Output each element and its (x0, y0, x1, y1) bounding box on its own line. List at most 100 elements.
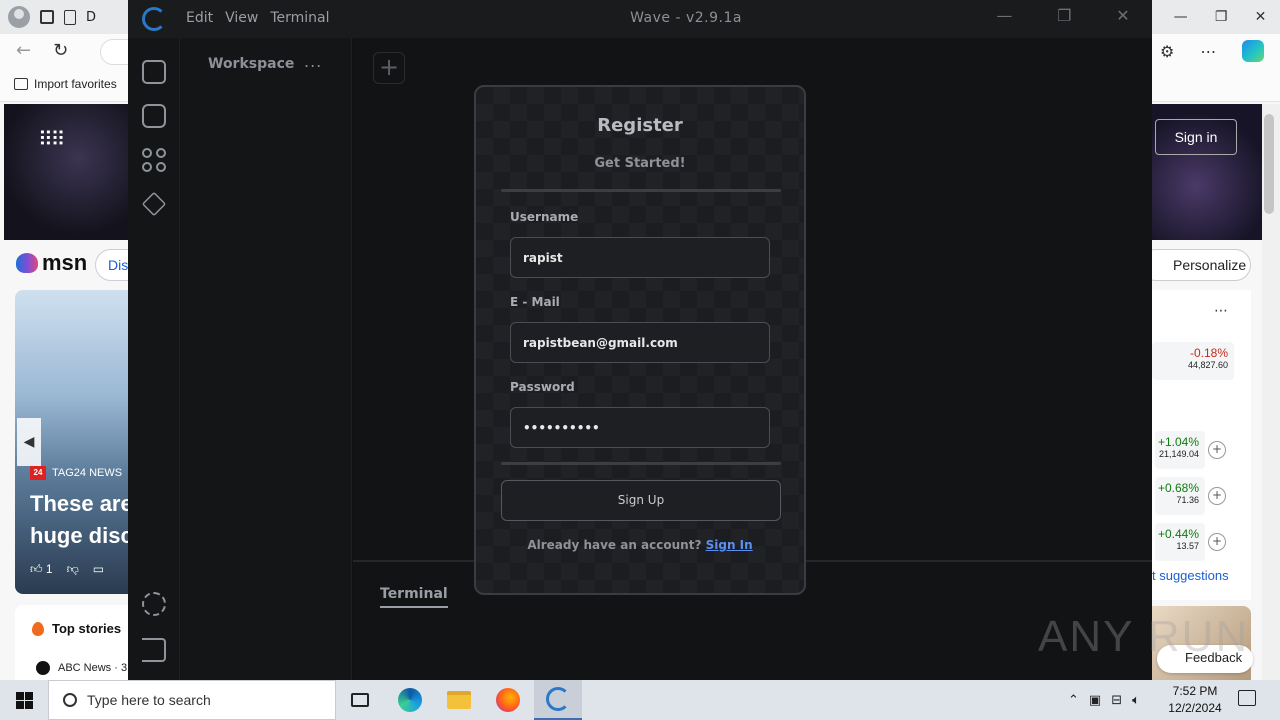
apps-icon[interactable] (142, 148, 166, 172)
wave-titlebar: Edit View Terminal Wave - v2.9.1a — ❐ ✕ (128, 0, 1152, 38)
clock[interactable]: 7:52 PM 12/2/2024 (1162, 683, 1228, 717)
chevron-up-icon[interactable]: ⌃ (1068, 693, 1079, 708)
username-field[interactable] (510, 237, 770, 278)
sign-in-prompt-text: Already have an account? (527, 538, 702, 552)
edge-tab-area: D (8, 4, 128, 30)
firefox-icon (496, 688, 520, 712)
top-stories-header: Top stories (32, 621, 121, 636)
stock-value: 21,149.04 (1158, 449, 1199, 459)
sign-up-button[interactable]: Sign Up (501, 480, 781, 521)
workspace-panel: Workspace ... (180, 38, 352, 680)
close-icon[interactable]: ✕ (1255, 9, 1267, 25)
like-button[interactable]: 👍︎ 1 (30, 562, 53, 577)
divider (501, 189, 781, 192)
device-icon[interactable]: ▣ (1089, 693, 1101, 708)
minimize-icon[interactable]: — (996, 6, 1012, 25)
wave-window-controls: — ❐ ✕ (974, 6, 1152, 25)
news-source-name: TAG24 NEWS (52, 467, 123, 479)
tab-actions-icon[interactable] (40, 10, 54, 24)
workspace-icon[interactable] (142, 60, 166, 84)
tab-terminal[interactable]: Terminal (380, 586, 448, 608)
add-tab-button[interactable]: + (373, 52, 405, 84)
copilot-icon[interactable] (1242, 40, 1265, 62)
folder-icon (447, 691, 471, 709)
logout-icon[interactable] (142, 638, 166, 662)
layers-icon[interactable] (141, 191, 167, 217)
username-label: Username (510, 210, 579, 224)
more-options-icon[interactable]: ⋯ (1200, 42, 1216, 61)
news-actions: 👍︎ 1 👎︎ ▭ (30, 562, 104, 577)
import-favorites-icon (14, 78, 28, 90)
comment-icon[interactable]: ▭ (93, 562, 104, 577)
msn-logo-text: msn (42, 250, 88, 275)
settings-icon[interactable] (142, 592, 166, 616)
clock-time: 7:52 PM (1172, 684, 1218, 698)
like-count: 1 (45, 562, 53, 576)
bot-icon[interactable] (142, 104, 166, 128)
password-label: Password (510, 380, 575, 394)
sign-in-button[interactable]: Sign in (1155, 119, 1237, 155)
add-stock-icon[interactable]: + (1208, 487, 1226, 505)
msn-logo[interactable]: msn (16, 250, 87, 276)
edge-nav-buttons: ← ↻ (16, 40, 68, 61)
personalize-button[interactable]: Personalize (1140, 249, 1251, 281)
stock-row[interactable]: +0.44% 13.57 (1155, 523, 1205, 561)
chevron-left-icon: ◀ (23, 434, 35, 450)
stock-value: 13.57 (1176, 541, 1199, 551)
taskbar: Type here to search ⌃ ▣ ⊟ 🔈︎ 7:52 PM 12/… (0, 680, 1280, 720)
sign-in-link[interactable]: Sign In (706, 538, 753, 552)
file-explorer-button[interactable] (435, 680, 483, 720)
flame-icon (32, 621, 44, 636)
msn-hero-background (4, 104, 128, 240)
abc-news-logo-icon (36, 661, 50, 675)
stock-value: 71.36 (1176, 495, 1199, 505)
password-field[interactable] (510, 407, 770, 448)
wave-taskbar-button[interactable] (534, 680, 582, 720)
register-subtitle: Get Started! (594, 156, 686, 171)
profile-avatar-icon[interactable] (8, 6, 30, 28)
apps-grid-icon[interactable]: ⠿⠿ (38, 127, 65, 151)
task-view-button[interactable] (336, 680, 384, 720)
anyrun-watermark: ANY RUN (1038, 612, 1250, 661)
back-arrow-icon[interactable]: ← (16, 40, 31, 61)
taskbar-search[interactable]: Type here to search (48, 680, 336, 720)
add-stock-icon[interactable]: + (1208, 441, 1226, 459)
top-stories-title: Top stories (52, 621, 122, 636)
stock-row[interactable]: +0.68% 71.36 (1155, 477, 1205, 515)
stock-change: +0.68% (1157, 481, 1199, 495)
scrollbar-thumb[interactable] (1264, 114, 1274, 214)
start-button[interactable] (0, 680, 48, 720)
network-icon[interactable]: ⊟ (1111, 693, 1122, 708)
carousel-prev-button[interactable]: ◀ (17, 418, 41, 466)
search-placeholder: Type here to search (87, 692, 211, 708)
msn-butterfly-icon (16, 253, 38, 273)
firefox-button[interactable] (484, 680, 532, 720)
reload-icon[interactable]: ↻ (53, 40, 68, 61)
close-icon[interactable]: ✕ (1116, 6, 1129, 25)
news-headline[interactable]: These are huge disc (30, 488, 130, 552)
extensions-icon[interactable]: ⚙ (1160, 42, 1174, 61)
stock-row[interactable]: +1.04% 21,149.04 (1155, 431, 1205, 469)
volume-icon[interactable]: 🔈︎ (1132, 693, 1140, 708)
stock-row[interactable]: -0.18% 44,827.60 (1152, 342, 1234, 380)
register-title: Register (597, 115, 683, 136)
news-source-badge: 24 (30, 466, 46, 480)
divider (501, 462, 781, 465)
stocks-more-icon[interactable]: ⋯ (1214, 303, 1228, 319)
abc-news-item[interactable]: ABC News · 3 (36, 661, 127, 675)
import-favorites-link[interactable]: Import favorites (14, 77, 117, 91)
add-stock-icon[interactable]: + (1208, 533, 1226, 551)
notification-icon[interactable] (1238, 690, 1256, 706)
suggestions-link[interactable]: t suggestions (1152, 568, 1229, 583)
email-field[interactable] (510, 322, 770, 363)
plus-icon: + (378, 53, 400, 81)
maximize-icon[interactable]: ❐ (1057, 6, 1071, 25)
register-dialog: Register Get Started! Username E - Mail … (474, 85, 806, 595)
workspace-title: Workspace (208, 56, 295, 72)
workspace-more-icon[interactable]: ... (304, 52, 322, 71)
dislike-icon[interactable]: 👎︎ (67, 562, 79, 577)
task-view-icon (351, 693, 369, 707)
import-favorites-label: Import favorites (34, 77, 117, 91)
edge-tab-title[interactable]: D (86, 10, 96, 25)
edge-taskbar-button[interactable] (386, 680, 434, 720)
